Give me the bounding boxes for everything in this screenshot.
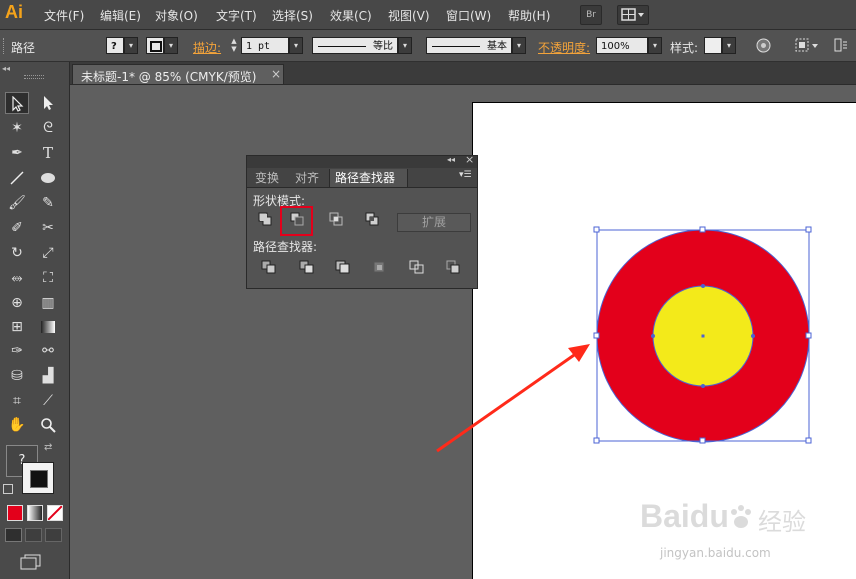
anchor-point[interactable]	[751, 334, 755, 338]
collapse-panel-icon[interactable]: ◂◂	[447, 155, 455, 164]
anchor-point[interactable]	[651, 334, 655, 338]
crop-icon	[373, 261, 385, 273]
bounding-handle[interactable]	[805, 332, 812, 339]
expand-button[interactable]: 扩展	[397, 213, 471, 232]
anchor-point[interactable]	[701, 384, 705, 388]
tab-transform[interactable]: 变换	[255, 169, 279, 187]
outline-button[interactable]	[407, 260, 427, 280]
close-panel-icon[interactable]: ×	[465, 153, 474, 166]
merge-icon	[335, 260, 350, 274]
minus-back-icon	[446, 260, 460, 274]
watermark-brand: Baidu	[640, 498, 729, 534]
tab-pathfinder[interactable]: 路径查找器	[329, 169, 408, 187]
bounding-handle[interactable]	[699, 226, 706, 233]
intersect-button[interactable]	[326, 212, 346, 232]
paw-icon	[731, 505, 751, 528]
minus-front-icon	[290, 212, 304, 226]
bounding-handle[interactable]	[699, 437, 706, 444]
watermark-suffix: 经验	[758, 508, 806, 536]
unite-icon	[258, 212, 272, 226]
trim-icon	[299, 260, 314, 274]
minus-front-button[interactable]	[287, 212, 307, 232]
trim-button[interactable]	[297, 260, 317, 280]
exclude-icon	[365, 212, 379, 226]
bounding-handle[interactable]	[805, 437, 812, 444]
bounding-handle[interactable]	[805, 226, 812, 233]
pathfinder-panel: ◂◂ × 变换 对齐 路径查找器 ▾☰ 形状模式: 扩展 路径查找器:	[246, 153, 478, 289]
unite-button[interactable]	[255, 212, 275, 232]
center-point	[701, 334, 705, 338]
crop-button[interactable]	[370, 260, 390, 280]
bounding-handle[interactable]	[593, 332, 600, 339]
bounding-handle[interactable]	[593, 437, 600, 444]
merge-button[interactable]	[333, 260, 353, 280]
divide-button[interactable]	[259, 260, 279, 280]
minus-back-button[interactable]	[444, 260, 464, 280]
artwork-layer	[436, 226, 812, 453]
divide-icon	[261, 260, 276, 274]
pathfinders-label: 路径查找器:	[253, 240, 318, 254]
outline-icon	[409, 260, 424, 274]
watermark-url: jingyan.baidu.com	[660, 546, 771, 560]
panel-header[interactable]: ◂◂ ×	[247, 153, 477, 168]
panel-options-icon[interactable]: ▾☰	[459, 170, 472, 180]
bounding-handle[interactable]	[593, 226, 600, 233]
intersect-icon	[329, 212, 343, 226]
anchor-point[interactable]	[701, 284, 705, 288]
exclude-button[interactable]	[362, 212, 382, 232]
annotation-arrow	[436, 344, 590, 453]
tab-align[interactable]: 对齐	[295, 169, 319, 187]
